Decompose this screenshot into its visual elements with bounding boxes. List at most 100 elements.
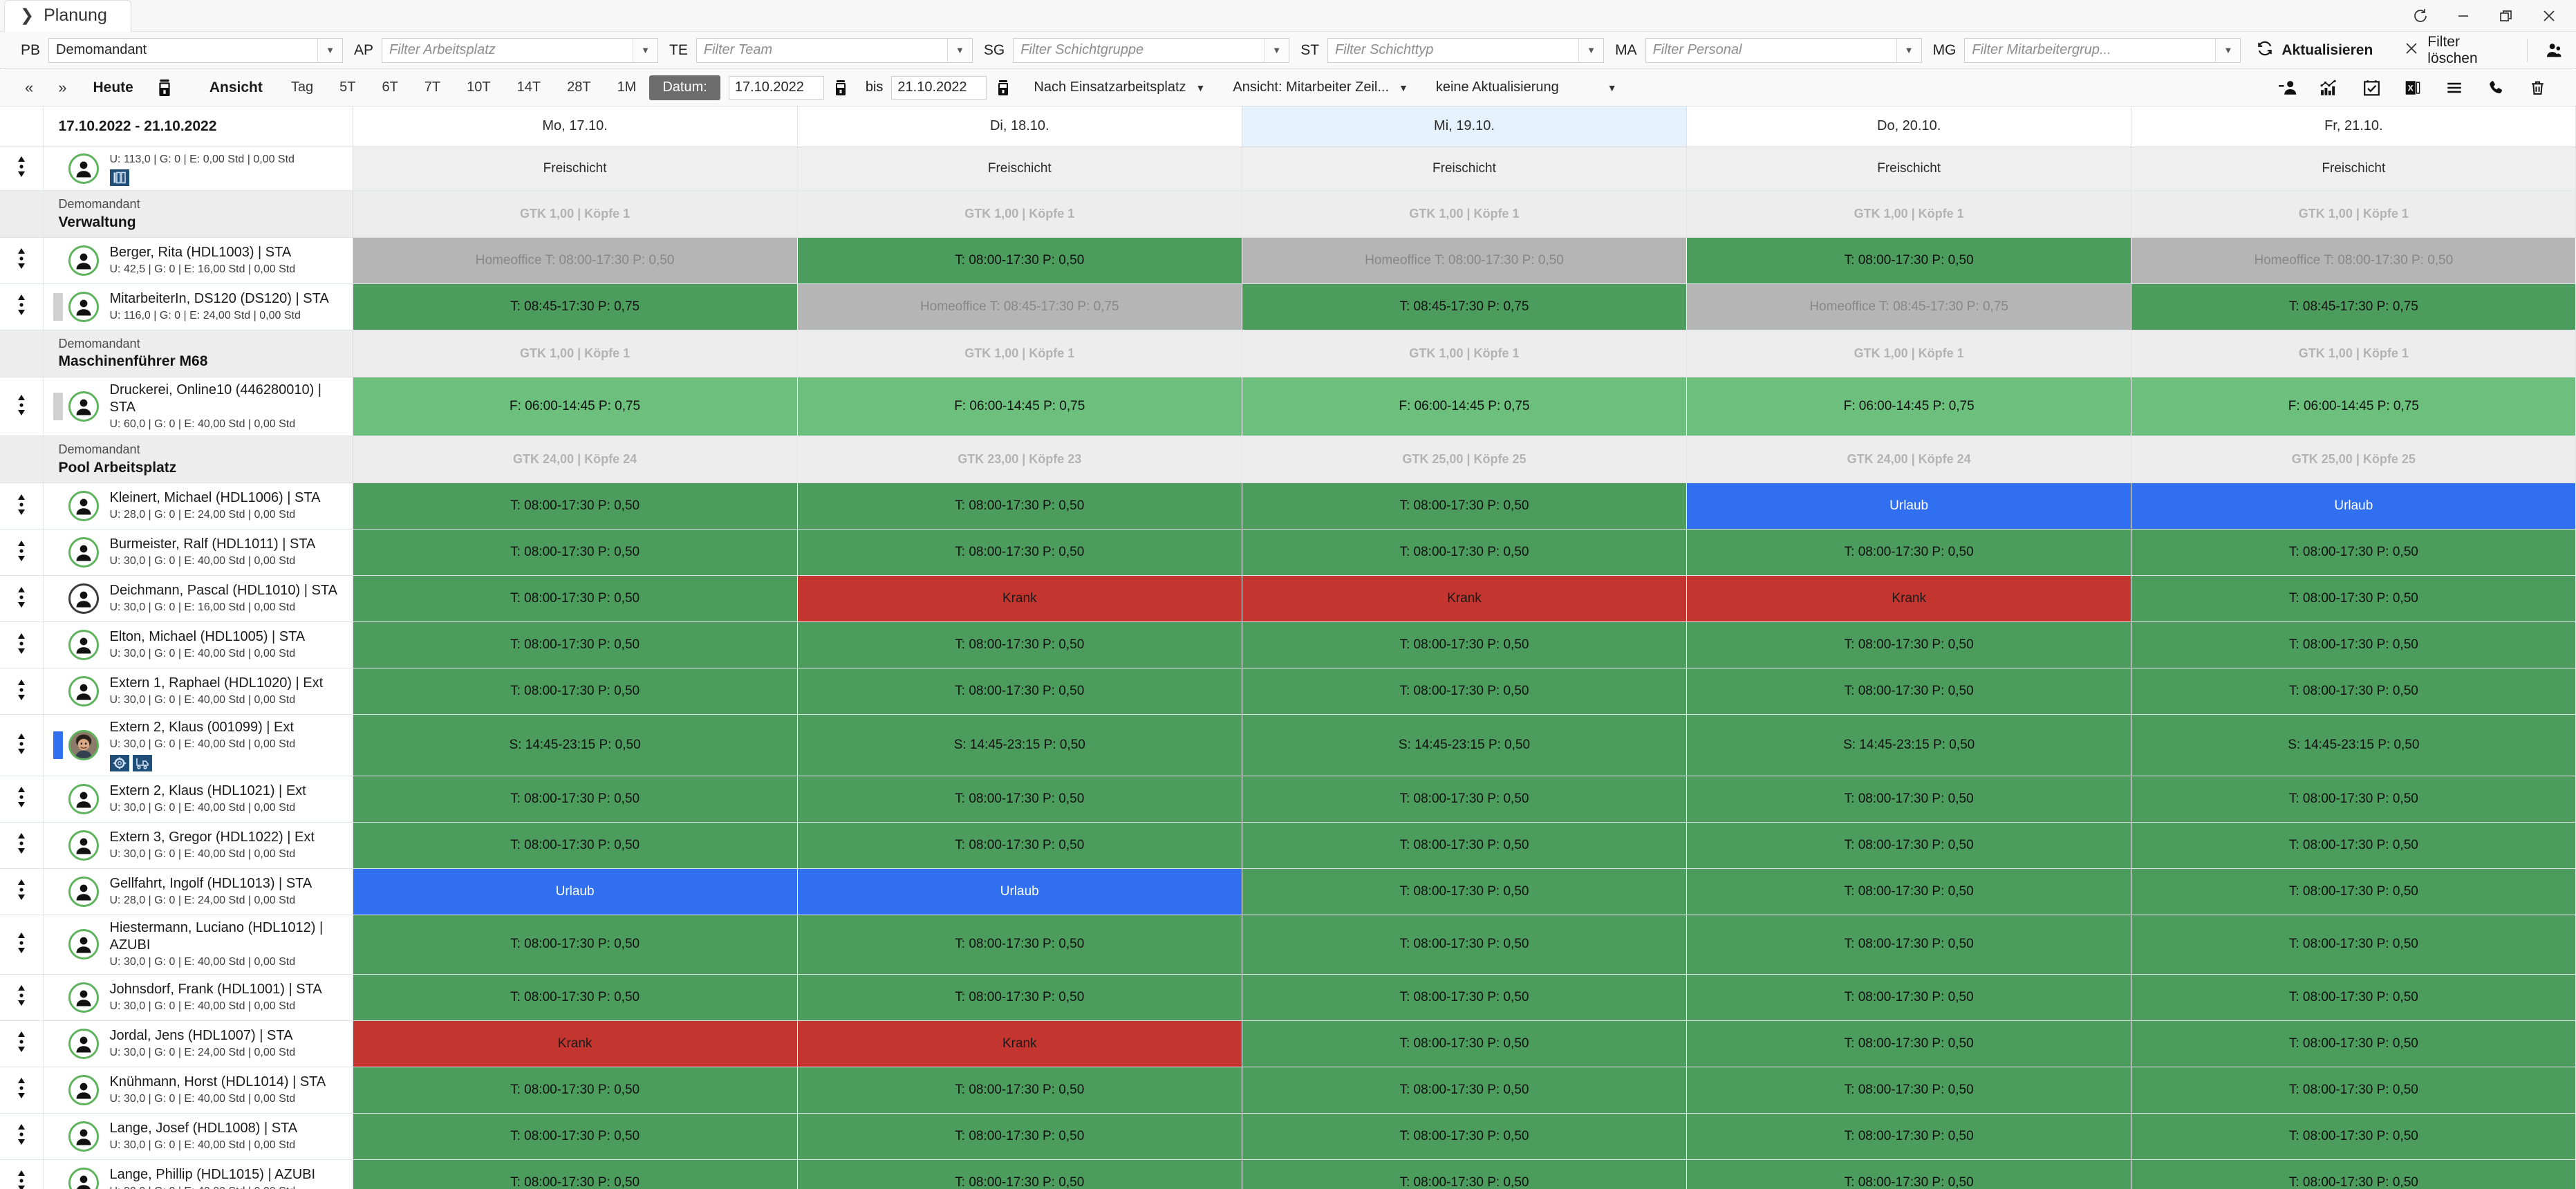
- shift-cell[interactable]: T: 08:00-17:30 P: 0,50: [353, 483, 798, 530]
- employee-row[interactable]: Lange, Josef (HDL1008) | STA U: 30,0 | G:…: [0, 1113, 2576, 1160]
- employee-info-cell[interactable]: Johnsdorf, Frank (HDL1001) | STA U: 30,0 …: [43, 974, 353, 1021]
- avatar[interactable]: [68, 730, 99, 761]
- shift-cell[interactable]: T: 08:00-17:30 P: 0,50: [1242, 974, 1688, 1021]
- employee-row[interactable]: Extern 1, Raphael (HDL1020) | Ext U: 30,0…: [0, 668, 2576, 715]
- row-drag-handle[interactable]: [0, 974, 44, 1021]
- auto-refresh-dropdown[interactable]: keine Aktualisierung ▼: [1422, 79, 1631, 95]
- shift-cell[interactable]: T: 08:00-17:30 P: 0,50: [2131, 822, 2576, 869]
- row-drag-handle[interactable]: [0, 621, 44, 669]
- shift-cell[interactable]: S: 14:45-23:15 P: 0,50: [2131, 714, 2576, 776]
- employee-row[interactable]: Knühmann, Horst (HDL1014) | STA U: 30,0 |…: [0, 1067, 2576, 1114]
- employee-row[interactable]: Lange, Phillip (HDL1015) | AZUBI U: 30,0 …: [0, 1159, 2576, 1189]
- shift-cell[interactable]: T: 08:00-17:30 P: 0,50: [1686, 1067, 2132, 1114]
- shift-cell[interactable]: T: 08:00-17:30 P: 0,50: [797, 1067, 1242, 1114]
- filter-mandant[interactable]: ▼: [48, 37, 344, 63]
- shift-cell[interactable]: T: 08:00-17:30 P: 0,50: [2131, 529, 2576, 577]
- employee-row[interactable]: Berger, Rita (HDL1003) | STA U: 42,5 | G:…: [0, 237, 2576, 284]
- employee-info-cell[interactable]: Druckerei, Online10 (446280010) | STA U: …: [43, 377, 353, 437]
- chevron-down-icon[interactable]: ▼: [1607, 82, 1617, 93]
- row-drag-handle[interactable]: [0, 868, 44, 915]
- shift-cell[interactable]: T: 08:00-17:30 P: 0,50: [1242, 1159, 1688, 1189]
- shift-cell[interactable]: T: 08:00-17:30 P: 0,50: [1242, 868, 1688, 915]
- window-tab[interactable]: ❯ Planung: [4, 0, 131, 32]
- shift-cell[interactable]: T: 08:00-17:30 P: 0,50: [1686, 915, 2132, 975]
- avatar[interactable]: [68, 291, 99, 322]
- shift-cell[interactable]: T: 08:00-17:30 P: 0,50: [797, 776, 1242, 823]
- shift-cell[interactable]: Homeoffice T: 08:00-17:30 P: 0,50: [353, 237, 798, 284]
- row-drag-handle[interactable]: [0, 1113, 44, 1160]
- shift-cell[interactable]: Krank: [353, 1020, 798, 1067]
- shift-cell[interactable]: T: 08:00-17:30 P: 0,50: [2131, 1159, 2576, 1189]
- calendar-to-icon[interactable]: [987, 79, 1020, 95]
- employee-info-cell[interactable]: Gellfahrt, Ingolf (HDL1013) | STA U: 28,0…: [43, 868, 353, 915]
- shift-cell[interactable]: Freischicht: [2131, 147, 2576, 191]
- shift-cell[interactable]: T: 08:00-17:30 P: 0,50: [353, 1113, 798, 1160]
- chevron-down-icon[interactable]: ▼: [317, 38, 343, 62]
- forklift-icon[interactable]: [132, 754, 152, 771]
- shift-cell[interactable]: T: 08:45-17:30 P: 0,75: [2131, 283, 2576, 330]
- filter-team[interactable]: ▼: [696, 37, 973, 63]
- employee-row[interactable]: Extern 2, Klaus (HDL1021) | Ext U: 30,0 |…: [0, 776, 2576, 823]
- employee-info-cell[interactable]: Extern 2, Klaus (HDL1021) | Ext U: 30,0 |…: [43, 776, 353, 823]
- shift-cell[interactable]: T: 08:00-17:30 P: 0,50: [1686, 776, 2132, 823]
- shift-cell[interactable]: T: 08:00-17:30 P: 0,50: [1686, 668, 2132, 715]
- employee-row[interactable]: Jordal, Jens (HDL1007) | STA U: 30,0 | G:…: [0, 1020, 2576, 1067]
- row-drag-handle[interactable]: [0, 1020, 44, 1067]
- shift-cell[interactable]: T: 08:00-17:30 P: 0,50: [2131, 974, 2576, 1021]
- employee-info-cell[interactable]: Lange, Phillip (HDL1015) | AZUBI U: 30,0 …: [43, 1159, 353, 1189]
- shift-cell[interactable]: T: 08:00-17:30 P: 0,50: [353, 1067, 798, 1114]
- avatar[interactable]: [68, 783, 99, 814]
- shift-cell[interactable]: T: 08:00-17:30 P: 0,50: [353, 822, 798, 869]
- employee-info-cell[interactable]: MitarbeiterIn, DS120 (DS120) | STA U: 116…: [43, 283, 353, 330]
- employee-row[interactable]: Hiestermann, Luciano (HDL1012) | AZUBI U:…: [0, 915, 2576, 975]
- shift-cell[interactable]: Freischicht: [797, 147, 1242, 191]
- shift-cell[interactable]: Homeoffice T: 08:00-17:30 P: 0,50: [2131, 237, 2576, 284]
- filter-mandant-input[interactable]: [49, 38, 318, 62]
- shift-cell[interactable]: T: 08:00-17:30 P: 0,50: [353, 915, 798, 975]
- shift-cell[interactable]: S: 14:45-23:15 P: 0,50: [1242, 714, 1688, 776]
- avatar[interactable]: [68, 1167, 99, 1189]
- shift-cell[interactable]: T: 08:00-17:30 P: 0,50: [1686, 974, 2132, 1021]
- avatar[interactable]: [68, 583, 99, 615]
- filter-schichtgruppe-input[interactable]: [1014, 38, 1264, 62]
- group-header-row[interactable]: Demomandant Maschinenführer M68 GTK 1,00 |…: [0, 330, 2576, 377]
- refresh-button[interactable]: Aktualisieren: [2241, 32, 2388, 69]
- shift-cell[interactable]: T: 08:00-17:30 P: 0,50: [2131, 776, 2576, 823]
- employee-row[interactable]: Extern 3, Gregor (HDL1022) | Ext U: 30,0 …: [0, 822, 2576, 869]
- calendar-picker-icon[interactable]: [147, 79, 182, 96]
- row-drag-handle[interactable]: [0, 776, 44, 823]
- employee-row[interactable]: Druckerei, Online10 (446280010) | STA U: …: [0, 377, 2576, 437]
- employee-info-cell[interactable]: Kleinert, Michael (HDL1006) | STA U: 28,0…: [43, 483, 353, 530]
- shift-cell[interactable]: T: 08:00-17:30 P: 0,50: [1242, 1020, 1688, 1067]
- shift-cell[interactable]: F: 06:00-14:45 P: 0,75: [1242, 377, 1688, 437]
- shift-cell[interactable]: Urlaub: [797, 868, 1242, 915]
- filter-schichtgruppe[interactable]: ▼: [1013, 37, 1290, 63]
- avatar[interactable]: [68, 1074, 99, 1105]
- shift-cell[interactable]: T: 08:00-17:30 P: 0,50: [2131, 1020, 2576, 1067]
- shift-cell[interactable]: Krank: [1686, 575, 2132, 623]
- shift-cell[interactable]: Homeoffice T: 08:45-17:30 P: 0,75: [797, 283, 1242, 330]
- row-drag-handle[interactable]: [0, 283, 44, 330]
- filter-schichttyp[interactable]: ▼: [1327, 37, 1605, 63]
- close-icon[interactable]: [2528, 1, 2570, 31]
- filter-personal-input[interactable]: [1645, 38, 1896, 62]
- employee-info-cell[interactable]: Extern 3, Gregor (HDL1022) | Ext U: 30,0 …: [43, 822, 353, 869]
- chevron-down-icon[interactable]: ▼: [1896, 38, 1921, 62]
- shift-cell[interactable]: S: 14:45-23:15 P: 0,50: [797, 714, 1242, 776]
- row-drag-handle[interactable]: [0, 483, 44, 530]
- shift-cell[interactable]: T: 08:00-17:30 P: 0,50: [1686, 868, 2132, 915]
- employee-info-cell[interactable]: Jordal, Jens (HDL1007) | STA U: 30,0 | G:…: [43, 1020, 353, 1067]
- chevron-down-icon[interactable]: ▼: [946, 38, 972, 62]
- calendar-from-icon[interactable]: [824, 79, 857, 95]
- chevron-down-icon[interactable]: ▼: [2215, 38, 2241, 62]
- shift-cell[interactable]: Freischicht: [353, 147, 798, 191]
- avatar[interactable]: [68, 982, 99, 1013]
- avatar[interactable]: [68, 153, 99, 184]
- avatar[interactable]: [68, 491, 99, 522]
- employee-info-cell[interactable]: Berger, Rita (HDL1003) | STA U: 42,5 | G:…: [43, 237, 353, 284]
- avatar[interactable]: [68, 537, 99, 568]
- shift-cell[interactable]: T: 08:00-17:30 P: 0,50: [1242, 1113, 1688, 1160]
- shift-cell[interactable]: T: 08:00-17:30 P: 0,50: [797, 1159, 1242, 1189]
- row-drag-handle[interactable]: [0, 915, 44, 975]
- shift-cell[interactable]: T: 08:00-17:30 P: 0,50: [1242, 915, 1688, 975]
